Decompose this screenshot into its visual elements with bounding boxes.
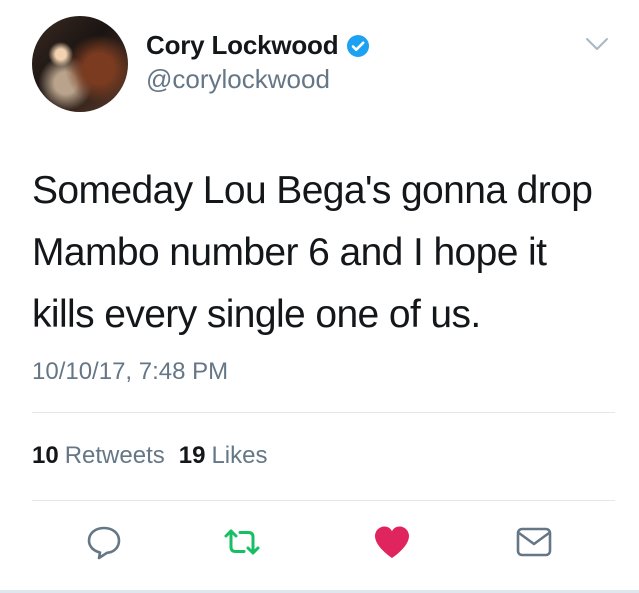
tweet-timestamp[interactable]: 10/10/17, 7:48 PM: [32, 358, 228, 386]
name-row: Cory Lockwood: [146, 30, 370, 61]
heart-icon[interactable]: [372, 522, 412, 562]
divider: [32, 412, 615, 413]
retweets-stat[interactable]: 10 Retweets: [32, 442, 165, 470]
user-handle[interactable]: @corylockwood: [146, 64, 330, 95]
divider: [32, 500, 615, 501]
avatar[interactable]: [32, 16, 128, 112]
display-name[interactable]: Cory Lockwood: [146, 30, 339, 61]
likes-label: Likes: [211, 442, 268, 469]
tweet-text: Someday Lou Bega's gonna drop Mambo numb…: [32, 169, 593, 336]
tweet-stats: 10 Retweets 19 Likes: [32, 442, 267, 470]
verified-badge-icon: [347, 34, 370, 57]
envelope-icon[interactable]: [514, 522, 554, 562]
chevron-down-icon[interactable]: [585, 36, 609, 52]
reply-icon[interactable]: [84, 522, 124, 562]
retweets-count: 10: [32, 442, 59, 469]
likes-stat[interactable]: 19 Likes: [179, 442, 268, 470]
likes-count: 19: [178, 442, 206, 469]
retweets-label: Retweets: [64, 442, 165, 469]
retweet-icon[interactable]: [222, 522, 262, 562]
